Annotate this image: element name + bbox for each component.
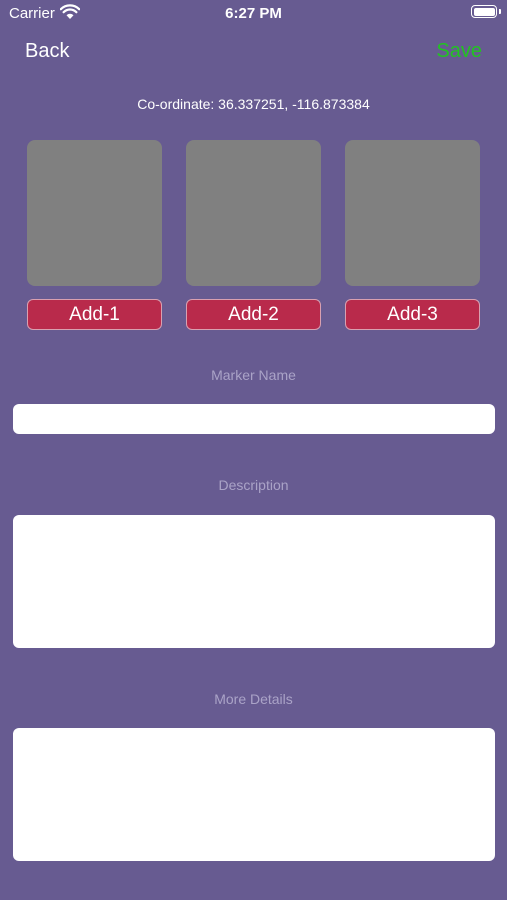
add-image-1-button[interactable]: Add-1 xyxy=(27,299,162,330)
save-button[interactable]: Save xyxy=(436,40,482,63)
marker-name-input[interactable] xyxy=(13,404,495,434)
image-slot-3[interactable] xyxy=(345,140,480,286)
add-image-3-button[interactable]: Add-3 xyxy=(345,299,480,330)
battery-cap xyxy=(499,9,501,14)
status-bar: Carrier 6:27 PM xyxy=(0,0,507,28)
back-button[interactable]: Back xyxy=(25,40,69,63)
battery-fill xyxy=(473,7,495,16)
image-slot-1[interactable] xyxy=(27,140,162,286)
more-details-textarea[interactable] xyxy=(13,728,495,861)
description-label: Description xyxy=(218,477,289,493)
marker-editor-screen: Carrier 6:27 PM Back Save Co-ordinate: 3… xyxy=(0,0,507,900)
description-textarea[interactable] xyxy=(13,515,495,648)
marker-name-label: Marker Name xyxy=(211,367,296,383)
add-image-2-button[interactable]: Add-2 xyxy=(186,299,321,330)
status-time: 6:27 PM xyxy=(225,5,282,22)
coordinate-label: Co-ordinate: 36.337251, -116.873384 xyxy=(137,96,370,112)
battery-icon xyxy=(471,5,497,18)
image-slot-2[interactable] xyxy=(186,140,321,286)
more-details-label: More Details xyxy=(214,691,293,707)
